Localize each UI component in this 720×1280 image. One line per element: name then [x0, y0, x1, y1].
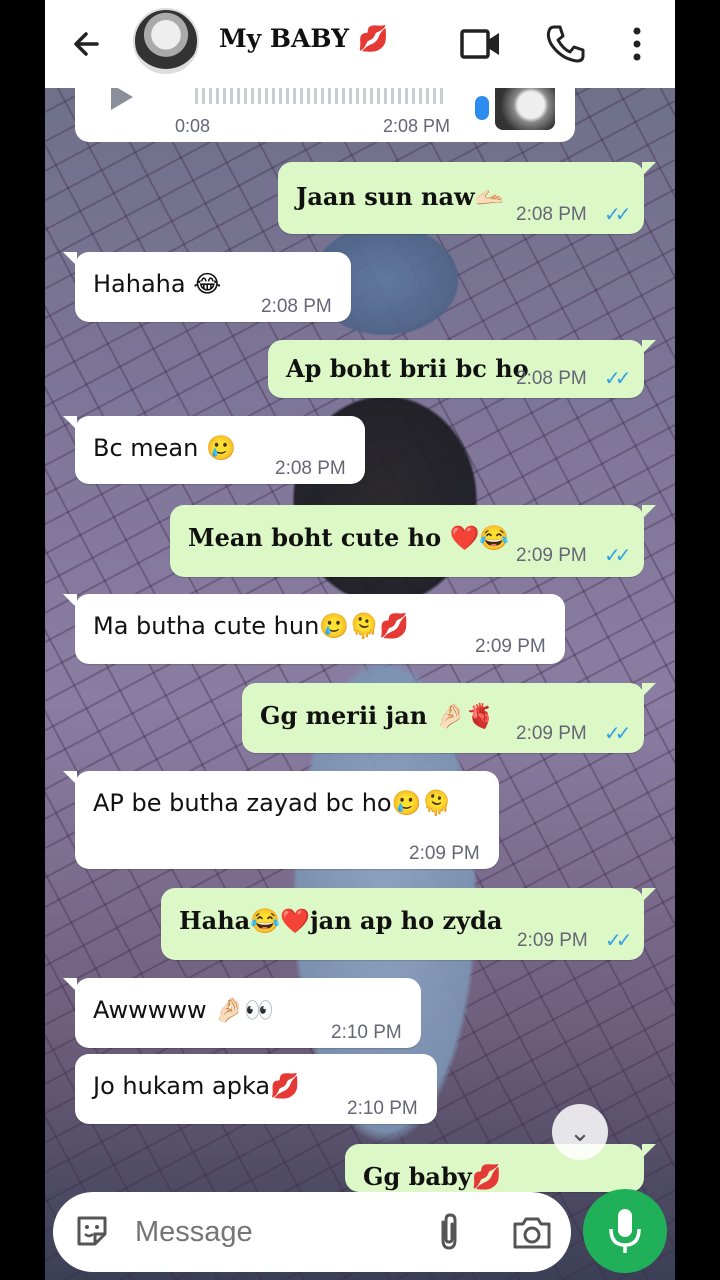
message-time: 2:08 PM — [275, 458, 346, 479]
back-arrow-icon[interactable] — [67, 24, 107, 64]
message-bubble-incoming[interactable]: Awwwww 🤌🏻👀 2:10 PM — [63, 978, 421, 1048]
message-time: 2:09 PM — [516, 545, 587, 566]
read-ticks-icon: ✓✓ — [604, 723, 631, 745]
message-time: 2:09 PM — [409, 843, 480, 864]
mic-indicator-icon — [475, 96, 489, 120]
message-text: Gg merii jan 🤌🏻🫀 — [260, 701, 496, 730]
microphone-icon — [609, 1209, 641, 1253]
message-bubble-incoming[interactable]: Hahaha 😂 2:08 PM — [63, 252, 351, 322]
phone-call-icon[interactable] — [543, 22, 587, 66]
scroll-to-bottom-button[interactable]: ⌄ — [552, 1104, 608, 1160]
read-ticks-icon: ✓✓ — [605, 930, 632, 952]
more-vert-icon[interactable] — [615, 22, 659, 66]
contact-name[interactable]: My BABY 💋 — [219, 24, 389, 54]
voice-record-button[interactable] — [583, 1189, 667, 1273]
message-bubble-outgoing[interactable]: Jaan sun naw🫴🏻 2:08 PM ✓✓ — [278, 162, 656, 234]
message-time: 2:08 PM — [516, 204, 587, 225]
video-call-icon[interactable] — [459, 22, 503, 66]
message-text: Jo hukam apka💋 — [93, 1072, 301, 1100]
waveform — [195, 88, 445, 104]
attach-icon[interactable] — [429, 1210, 469, 1254]
message-bubble-incoming[interactable]: Ma butha cute hun🥲🫠💋 2:09 PM — [63, 594, 565, 664]
avatar[interactable] — [133, 8, 199, 74]
read-ticks-icon: ✓✓ — [604, 368, 631, 390]
voice-duration: 0:08 — [175, 116, 211, 136]
message-composer — [53, 1192, 571, 1272]
message-time: 2:08 PM — [383, 116, 451, 136]
message-bubble-outgoing[interactable]: Gg merii jan 🤌🏻🫀 2:09 PM ✓✓ — [242, 683, 656, 753]
read-ticks-icon: ✓✓ — [604, 545, 631, 567]
message-text: Mean boht cute ho ❤️😂 — [188, 523, 510, 552]
read-ticks-icon: ✓✓ — [604, 204, 631, 226]
message-text: Haha😂❤️jan ap ho zyda — [179, 906, 503, 935]
camera-icon[interactable] — [511, 1212, 553, 1252]
message-time: 2:09 PM — [516, 723, 587, 744]
message-bubble-outgoing[interactable]: Mean boht cute ho ❤️😂 2:09 PM ✓✓ — [170, 505, 656, 577]
chat-wallpaper: 0:08 2:08 PM Jaan sun naw🫴🏻 2:08 PM ✓✓ H… — [45, 0, 675, 1280]
message-text: Gg baby💋 — [363, 1162, 502, 1191]
message-input[interactable] — [135, 1212, 415, 1252]
message-text: Ma butha cute hun🥲🫠💋 — [93, 612, 409, 640]
message-time: 2:08 PM — [516, 368, 587, 389]
message-text: Awwwww 🤌🏻👀 — [93, 996, 274, 1024]
message-bubble-outgoing[interactable]: Ap boht brii bc ho 2:08 PM ✓✓ — [268, 340, 656, 398]
chevron-double-down-icon: ⌄ — [569, 1117, 591, 1147]
chat-header: My BABY 💋 — [45, 0, 675, 88]
message-text: Ap boht brii bc ho — [286, 354, 529, 383]
message-time: 2:08 PM — [261, 296, 332, 317]
message-text: Bc mean 🥲 — [93, 434, 236, 462]
message-bubble-incoming[interactable]: AP be butha zayad bc ho🥲🫠 2:09 PM — [63, 771, 499, 869]
message-time: 2:10 PM — [331, 1022, 402, 1043]
message-time: 2:09 PM — [517, 930, 588, 951]
message-text: Jaan sun naw🫴🏻 — [296, 182, 505, 211]
sticker-emoji-icon[interactable] — [73, 1212, 111, 1250]
message-text: AP be butha zayad bc ho🥲🫠 — [93, 789, 452, 817]
message-bubble-outgoing[interactable]: Haha😂❤️jan ap ho zyda 2:09 PM ✓✓ — [161, 888, 656, 960]
message-time: 2:09 PM — [475, 636, 546, 657]
message-time: 2:10 PM — [347, 1098, 418, 1119]
message-text: Hahaha 😂 — [93, 270, 222, 298]
message-bubble-incoming[interactable]: Jo hukam apka💋 2:10 PM — [75, 1054, 437, 1124]
message-bubble-incoming[interactable]: Bc mean 🥲 2:08 PM — [63, 416, 365, 484]
